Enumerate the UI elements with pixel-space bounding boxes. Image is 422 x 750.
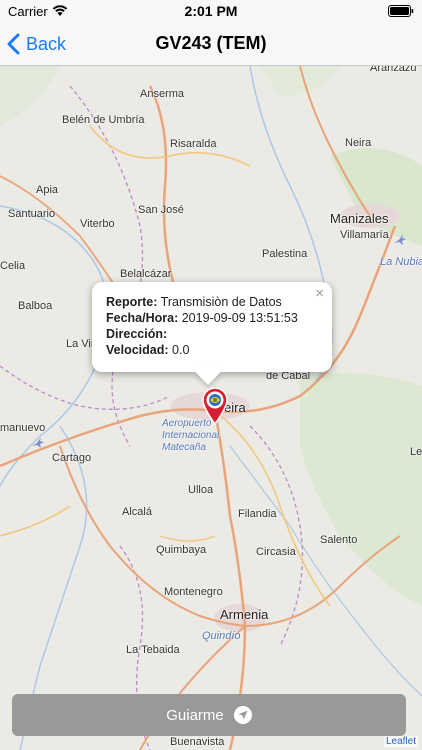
popup-label-datetime: Fecha/Hora: (106, 311, 179, 325)
place-label-belen-de-umbria: Belén de Umbría (62, 114, 145, 126)
place-label-le: Le (410, 446, 422, 458)
popup-row-datetime: Fecha/Hora: 2019-09-09 13:51:53 (106, 310, 318, 326)
place-label-celia: Celia (0, 260, 26, 272)
place-label-risaralda: Risaralda (170, 138, 217, 150)
place-label-san-jose: San José (138, 204, 184, 216)
place-label-la-nubia: La Nubia (380, 256, 422, 268)
popup-row-report: Reporte: Transmisiòn de Datos (106, 294, 318, 310)
guide-me-button[interactable]: Guiarme (12, 694, 406, 736)
place-label-aranzazu: Aranzazu (370, 66, 417, 74)
popup-label-address: Dirección: (106, 327, 168, 341)
place-label-salento: Salento (320, 534, 358, 546)
navigation-bar: Back GV243 (TEM) (0, 22, 422, 66)
place-label-viterbo: Viterbo (80, 218, 115, 230)
battery-icon (388, 5, 414, 17)
info-popup: × Reporte: Transmisiòn de Datos Fecha/Ho… (92, 282, 332, 385)
place-label-neira: Neira (345, 137, 372, 149)
leaflet-attribution-link[interactable]: Leaflet (383, 736, 418, 747)
place-label-palestina: Palestina (262, 248, 308, 260)
place-label-ulloa: Ulloa (188, 484, 214, 496)
place-label-belalcazar: Belalcázar (120, 268, 172, 280)
guide-me-label: Guiarme (166, 706, 224, 724)
popup-value-report: Transmisiòn de Datos (160, 295, 282, 309)
place-label-cartago: Cartago (52, 452, 92, 464)
vehicle-marker-icon[interactable] (200, 386, 230, 426)
place-label-quimbaya: Quimbaya (156, 544, 207, 556)
place-label-balboa: Balboa (18, 300, 53, 312)
place-label-buenavista: Buenavista (170, 736, 225, 748)
place-label-apia: Apia (36, 184, 59, 196)
place-label-montenegro: Montenegro (164, 586, 223, 598)
place-label-anuevo: manuevo (0, 422, 46, 434)
place-label-alcala: Alcalá (122, 506, 152, 518)
popup-row-address: Dirección: (106, 326, 318, 342)
clock-time: 2:01 PM (184, 3, 238, 19)
page-title: GV243 (TEM) (155, 33, 267, 53)
navigation-arrow-icon (233, 706, 252, 724)
place-label-la-tebaida: La Tebaida (126, 644, 180, 656)
popup-value-datetime: 2019-09-09 13:51:53 (181, 311, 298, 325)
popup-row-speed: Velocidad: 0.0 (106, 342, 318, 358)
place-label-anserma: Anserma (140, 88, 185, 100)
place-label-villamaria: Villamaría (340, 229, 389, 241)
place-label-armenia: Armenia (220, 607, 269, 622)
status-bar: Carrier 2:01 PM (0, 0, 422, 22)
place-label-quindio: Quindío (202, 630, 241, 642)
place-label-circasia: Circasia (256, 546, 296, 558)
popup-value-speed: 0.0 (172, 343, 190, 357)
map-view[interactable]: Anserma Belén de Umbría Risaralda Apia S… (0, 66, 422, 750)
place-label-santuario: Santuario (8, 208, 56, 220)
popup-label-speed: Velocidad: (106, 343, 169, 357)
place-label-manizales: Manizales (330, 211, 389, 226)
place-label-filandia: Filandia (238, 508, 277, 520)
popup-label-report: Reporte: (106, 295, 158, 309)
